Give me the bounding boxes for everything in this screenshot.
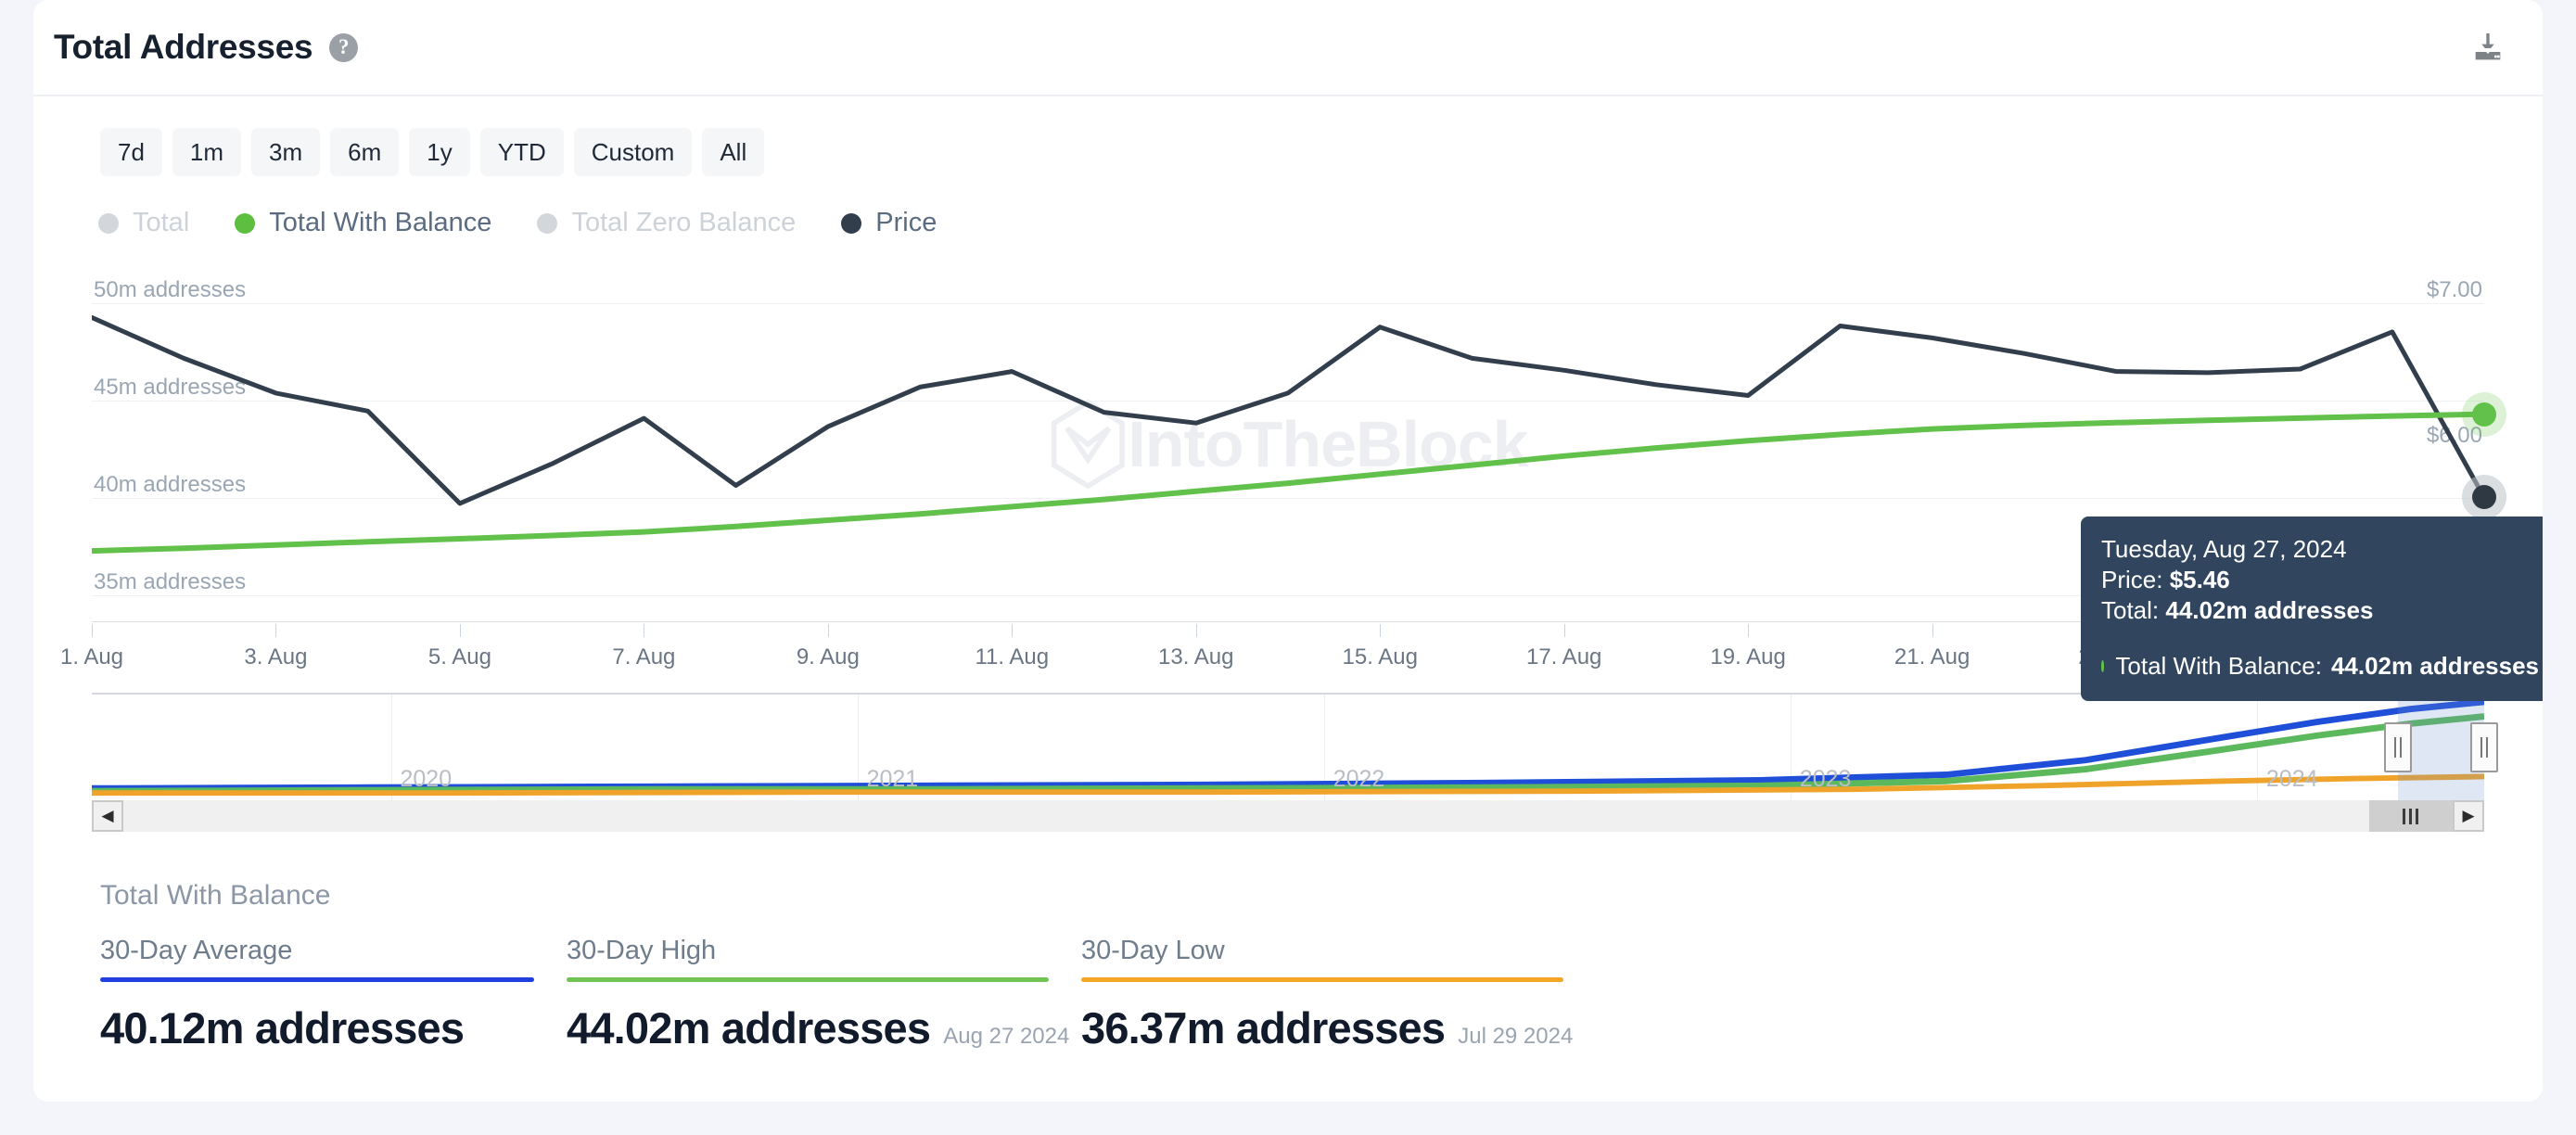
stat-rule: [100, 977, 534, 982]
tooltip-total-row: Total: 44.02m addresses: [2101, 595, 2539, 626]
page-title: Total Addresses: [54, 28, 313, 66]
range-button-1y[interactable]: 1y: [409, 128, 470, 176]
chart-tooltip: Tuesday, Aug 27, 2024 Price: $5.46 Total…: [2081, 516, 2543, 701]
tooltip-price-row: Price: $5.46: [2101, 565, 2539, 595]
x-tick-mark: [459, 624, 461, 637]
stat-value-row: 36.37m addresses Jul 29 2024: [1081, 1002, 1573, 1053]
x-tick-mark: [1380, 624, 1382, 637]
tooltip-series-dot: [2101, 660, 2105, 673]
x-tick-label: 9. Aug: [796, 644, 860, 670]
navigator-scrollbar[interactable]: ◀ ▶: [92, 800, 2484, 832]
x-tick-label: 13. Aug: [1158, 644, 1234, 670]
x-tick-label: 19. Aug: [1710, 644, 1786, 670]
stats-caption: Total With Balance: [100, 880, 331, 911]
legend-label-total-zero-balance: Total Zero Balance: [571, 208, 797, 237]
x-tick-label: 3. Aug: [244, 644, 308, 670]
x-tick-label: 21. Aug: [1894, 644, 1970, 670]
legend-dot-price: [841, 212, 862, 234]
total-addresses-card: Total Addresses ? 7d 1m 3m 6m 1y YTD Cus…: [33, 0, 2543, 1102]
x-tick-label: 7. Aug: [612, 644, 676, 670]
range-button-all[interactable]: All: [702, 128, 765, 176]
chart-legend: Total Total With Balance Total Zero Bala…: [98, 208, 2543, 238]
stat-date: Aug 27 2024: [943, 1024, 1070, 1049]
x-tick-mark: [1563, 624, 1565, 637]
stat-value: 44.02m addresses: [567, 1003, 931, 1052]
x-tick-mark: [92, 624, 93, 637]
tooltip-price-label: Price:: [2101, 565, 2163, 593]
chevron-right-icon[interactable]: ▶: [2453, 800, 2484, 832]
x-tick-label: 1. Aug: [59, 644, 124, 670]
stat-date: Jul 29 2024: [1458, 1024, 1574, 1049]
x-tick-mark: [1748, 624, 1750, 637]
navigator-handle-left[interactable]: [2384, 722, 2413, 772]
legend-dot-total-with-balance: [235, 212, 256, 234]
navigator-handle-right[interactable]: [2470, 722, 2498, 772]
x-tick-mark: [1932, 624, 1933, 637]
x-tick-label: 11. Aug: [975, 644, 1050, 670]
price-line: [92, 314, 2484, 506]
tooltip-series-row: Total With Balance: 44.02m addresses: [2101, 651, 2539, 682]
range-button-1m[interactable]: 1m: [172, 128, 242, 176]
stat-30-day-low: 30-Day Low 36.37m addresses Jul 29 2024: [1081, 936, 1573, 1053]
legend-dot-total: [98, 212, 119, 234]
stat-label: 30-Day Average: [100, 936, 293, 965]
x-tick-label: 17. Aug: [1525, 644, 1602, 670]
navigator-year-label: 2024: [2265, 766, 2318, 792]
navigator-year-label: 2021: [866, 766, 919, 792]
stat-label: 30-Day Low: [1081, 936, 1225, 965]
price-endpoint-marker[interactable]: [2472, 485, 2496, 510]
legend-item-total-with-balance[interactable]: Total With Balance: [235, 208, 491, 238]
tooltip-price-value: $5.46: [2169, 565, 2230, 593]
navigator-year-label: 2023: [1799, 766, 1852, 792]
stat-value: 36.37m addresses: [1081, 1003, 1446, 1052]
stat-30-day-high: 30-Day High 44.02m addresses Aug 27 2024: [567, 936, 1069, 1053]
question-mark-icon[interactable]: ?: [329, 32, 359, 62]
x-tick-mark: [1012, 624, 1014, 637]
x-tick-mark: [1195, 624, 1197, 637]
stat-value: 40.12m addresses: [100, 1003, 465, 1052]
stat-rule: [1081, 977, 1563, 982]
x-tick-mark: [275, 624, 277, 637]
range-button-3m[interactable]: 3m: [251, 128, 321, 176]
chart-navigator[interactable]: 2020 2021 2022 2023 2024: [92, 693, 2498, 800]
stat-value-row: 44.02m addresses Aug 27 2024: [567, 1002, 1069, 1053]
range-selector[interactable]: 7d 1m 3m 6m 1y YTD Custom All: [100, 128, 2543, 176]
legend-label-total-with-balance: Total With Balance: [269, 208, 492, 237]
card-header: Total Addresses ?: [33, 0, 2543, 96]
title-wrap: Total Addresses ?: [54, 28, 359, 67]
x-tick-mark: [827, 624, 829, 637]
stats-row: 30-Day Average 40.12m addresses 30-Day H…: [100, 936, 2543, 1053]
scrollbar-track[interactable]: [123, 800, 2453, 832]
legend-item-price[interactable]: Price: [841, 208, 937, 238]
tooltip-date: Tuesday, Aug 27, 2024: [2101, 535, 2347, 563]
range-button-custom[interactable]: Custom: [573, 128, 693, 176]
legend-label-price: Price: [875, 208, 937, 237]
stat-30-day-average: 30-Day Average 40.12m addresses: [100, 936, 534, 1053]
legend-dot-total-zero-balance: [537, 212, 558, 234]
x-tick-label: 15. Aug: [1342, 644, 1418, 670]
stat-value-row: 40.12m addresses: [100, 1002, 534, 1053]
legend-item-total[interactable]: Total: [98, 208, 189, 238]
legend-item-total-zero-balance[interactable]: Total Zero Balance: [537, 208, 796, 238]
scrollbar-thumb[interactable]: [2368, 800, 2453, 832]
legend-label-total: Total: [133, 208, 190, 237]
navigator-year-label: 2022: [1333, 766, 1385, 792]
x-tick-label: 5. Aug: [427, 644, 491, 670]
stat-label: 30-Day High: [567, 936, 717, 965]
chevron-left-icon[interactable]: ◀: [92, 800, 123, 832]
stats-section: Total With Balance 30-Day Average 40.12m…: [100, 880, 2543, 1053]
download-icon[interactable]: [2467, 26, 2509, 69]
tooltip-total-value: 44.02m addresses: [2165, 595, 2374, 624]
tooltip-total-label: Total:: [2101, 595, 2160, 624]
stat-rule: [567, 977, 1049, 982]
tooltip-series-value: 44.02m addresses: [2330, 652, 2539, 681]
tooltip-series-label: Total With Balance:: [2115, 652, 2322, 681]
range-button-6m[interactable]: 6m: [330, 128, 400, 176]
range-button-7d[interactable]: 7d: [100, 128, 162, 176]
navigator-year-label: 2020: [400, 766, 453, 792]
total-with-balance-endpoint-marker[interactable]: [2472, 402, 2496, 427]
range-button-ytd[interactable]: YTD: [479, 128, 564, 176]
